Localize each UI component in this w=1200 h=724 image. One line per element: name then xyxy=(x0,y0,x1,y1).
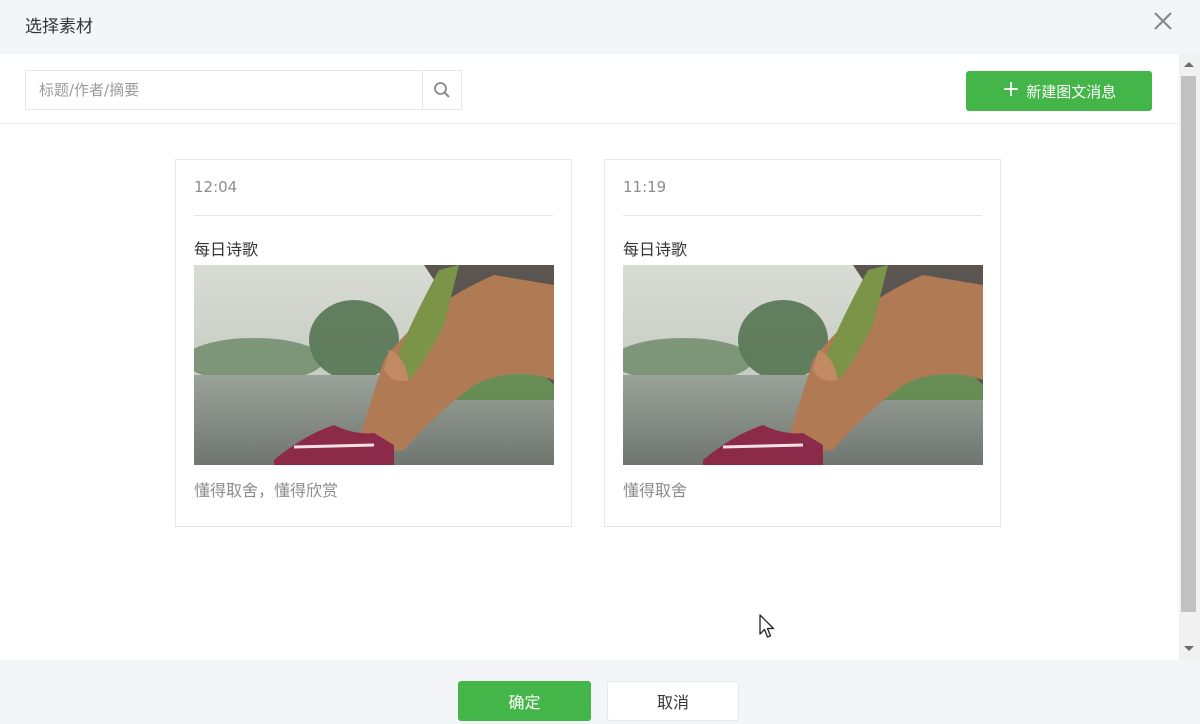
card-time: 11:19 xyxy=(623,178,667,196)
vertical-scrollbar[interactable] xyxy=(1179,54,1200,660)
new-article-label: 新建图文消息 xyxy=(1026,82,1117,101)
scroll-thumb[interactable] xyxy=(1181,76,1196,612)
close-button[interactable] xyxy=(1150,8,1176,34)
card-title: 每日诗歌 xyxy=(194,240,259,259)
material-card[interactable]: 12:04 每日诗歌 懂得取舍，懂得欣赏 xyxy=(175,159,572,527)
dialog-title: 选择素材 xyxy=(25,17,93,37)
dialog-footer: 确定 取消 xyxy=(0,660,1200,724)
search-button[interactable] xyxy=(422,71,461,109)
card-cover-image xyxy=(623,265,983,465)
new-article-button[interactable]: + 新建图文消息 xyxy=(966,71,1152,111)
search-icon xyxy=(434,82,450,98)
plus-icon: + xyxy=(1001,77,1021,102)
confirm-button[interactable]: 确定 xyxy=(458,681,591,721)
card-time: 12:04 xyxy=(194,178,238,196)
search-box xyxy=(25,70,462,110)
search-input[interactable] xyxy=(26,71,422,109)
card-divider xyxy=(623,215,982,216)
card-cover-image xyxy=(194,265,554,465)
card-title: 每日诗歌 xyxy=(623,240,688,259)
dialog-body: + 新建图文消息 12:04 每日诗歌 xyxy=(0,54,1179,660)
toolbar: + 新建图文消息 xyxy=(0,54,1179,124)
card-digest: 懂得取舍 xyxy=(623,481,688,500)
material-card[interactable]: 11:19 每日诗歌 懂得取舍 xyxy=(604,159,1001,527)
card-divider xyxy=(194,215,553,216)
mouse-cursor-icon xyxy=(759,614,775,638)
scroll-up-arrow-icon[interactable] xyxy=(1184,62,1194,67)
card-digest: 懂得取舍，懂得欣赏 xyxy=(194,481,339,500)
dialog-header: 选择素材 xyxy=(0,0,1200,54)
close-icon xyxy=(1154,12,1172,30)
cancel-button[interactable]: 取消 xyxy=(607,681,739,721)
scroll-down-arrow-icon[interactable] xyxy=(1184,646,1194,651)
